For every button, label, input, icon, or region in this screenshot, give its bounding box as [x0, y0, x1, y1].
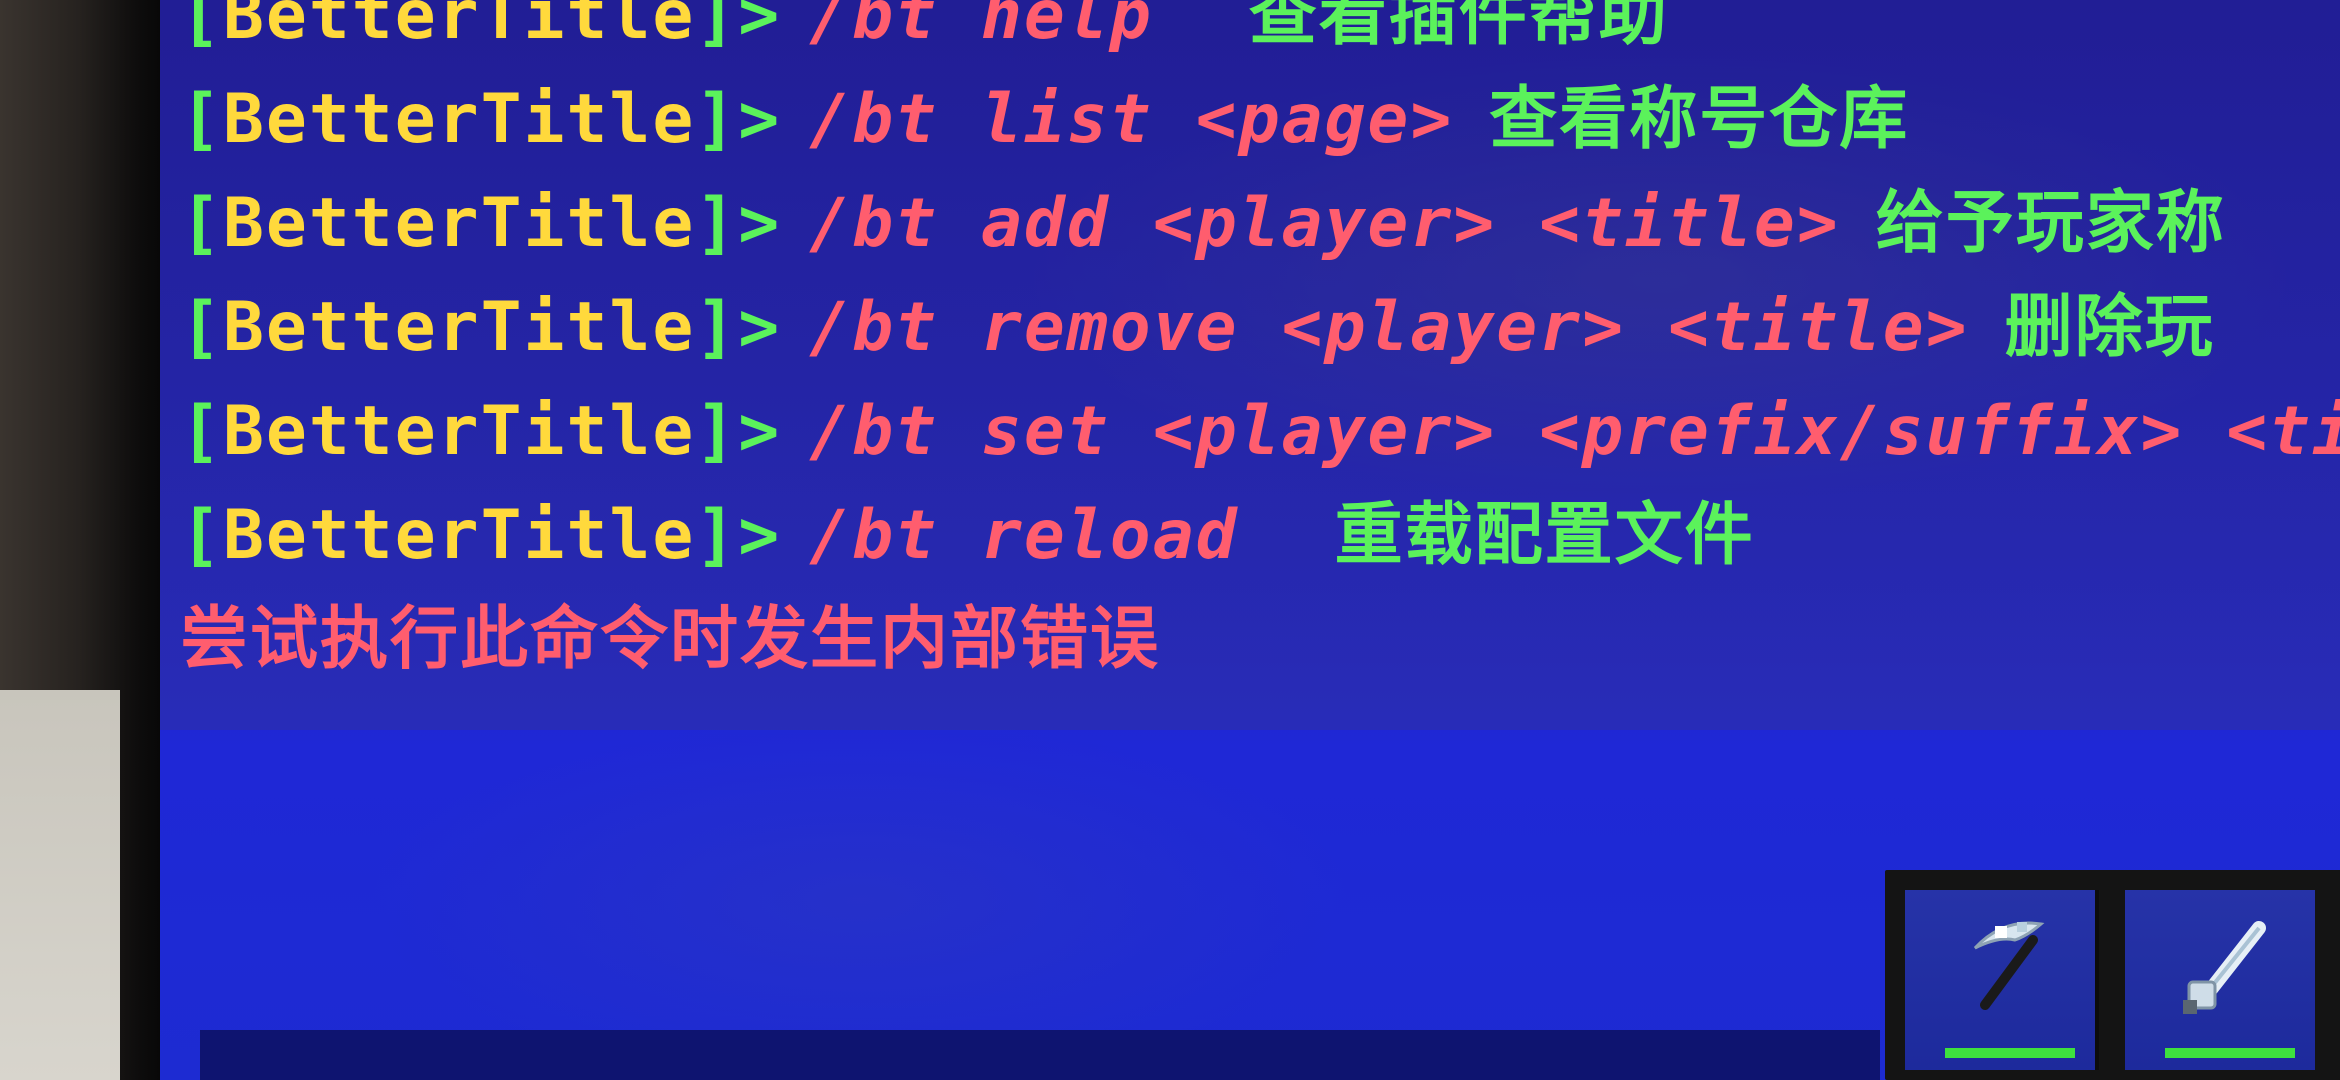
prefix-open-bracket: [: [180, 496, 223, 575]
command-text: /bt remove <player> <title>: [809, 288, 1969, 367]
prefix-arrow: >: [738, 184, 782, 263]
chat-line-set: [BetterTitle]> /bt set <player> <prefix/s…: [180, 380, 2340, 484]
background-wall: [0, 690, 120, 1080]
plugin-prefix: BetterTitle: [222, 0, 696, 55]
durability-bar: [1945, 1048, 2075, 1058]
chat-line-reload: [BetterTitle]> /bt reload 重载配置文件: [180, 484, 2340, 588]
chat-line-remove: [BetterTitle]> /bt remove <player> <title…: [180, 276, 2340, 380]
prefix-close-bracket: ]: [695, 392, 739, 471]
command-text: /bt list <page>: [809, 80, 1454, 159]
command-description: 重载配置文件: [1334, 496, 1755, 575]
prefix-open-bracket: [: [180, 288, 223, 367]
hotbar-slot[interactable]: [2125, 890, 2315, 1070]
command-text: /bt help: [809, 0, 1153, 55]
command-description: 给予玩家称: [1875, 184, 2226, 263]
prefix-arrow: >: [738, 392, 782, 471]
prefix-open-bracket: [: [180, 0, 223, 55]
chat-lines: [BetterTitle]>/bt help 查看插件帮助 [BetterTitl…: [180, 0, 2340, 692]
prefix-arrow: >: [738, 288, 782, 367]
prefix-arrow: >: [738, 0, 782, 55]
plugin-prefix: BetterTitle: [222, 80, 696, 159]
prefix-close-bracket: ]: [695, 288, 739, 367]
command-description: 查看称号仓库: [1489, 80, 1910, 159]
plugin-prefix: BetterTitle: [222, 392, 696, 471]
slot-divider: [2095, 890, 2099, 1070]
prefix-arrow: >: [738, 496, 782, 575]
chat-line-list: [BetterTitle]> /bt list <page> 查看称号仓库: [180, 68, 2340, 172]
pickaxe-icon: [1973, 921, 2045, 1010]
hotbar-slot[interactable]: [1905, 890, 2095, 1070]
chat-input-bar[interactable]: [200, 1030, 1880, 1080]
prefix-close-bracket: ]: [695, 80, 739, 159]
command-text: /bt add <player> <title>: [809, 184, 1840, 263]
durability-bar: [2165, 1048, 2295, 1058]
command-description: 删除玩: [2004, 288, 2215, 367]
prefix-open-bracket: [: [180, 392, 223, 471]
chat-line-add: [BetterTitle]> /bt add <player> <title> 给予…: [180, 172, 2340, 276]
command-text: /bt reload: [809, 496, 1239, 575]
sword-icon: [2183, 921, 2266, 1014]
plugin-prefix: BetterTitle: [222, 288, 696, 367]
chat-panel: [BetterTitle]>/bt help 查看插件帮助 [BetterTitl…: [160, 0, 2340, 730]
command-description: 查看插件帮助: [1248, 0, 1669, 55]
command-text: /bt set <player> <prefix/suffix> <ti: [809, 392, 2340, 471]
hotbar: [1885, 870, 2340, 1080]
monitor-bezel: [0, 0, 175, 1080]
error-message: 尝试执行此命令时发生内部错误: [180, 600, 1161, 679]
plugin-prefix: BetterTitle: [222, 496, 696, 575]
prefix-open-bracket: [: [180, 80, 223, 159]
prefix-close-bracket: ]: [695, 0, 739, 55]
plugin-prefix: BetterTitle: [222, 184, 696, 263]
prefix-close-bracket: ]: [695, 496, 739, 575]
prefix-open-bracket: [: [180, 184, 223, 263]
prefix-arrow: >: [738, 80, 782, 159]
game-screen: [BetterTitle]>/bt help 查看插件帮助 [BetterTitl…: [160, 0, 2340, 1080]
chat-line-help: [BetterTitle]> /bt help 查看插件帮助: [180, 0, 2340, 68]
photo-frame: [BetterTitle]>/bt help 查看插件帮助 [BetterTitl…: [0, 0, 2340, 1080]
prefix-close-bracket: ]: [695, 184, 739, 263]
